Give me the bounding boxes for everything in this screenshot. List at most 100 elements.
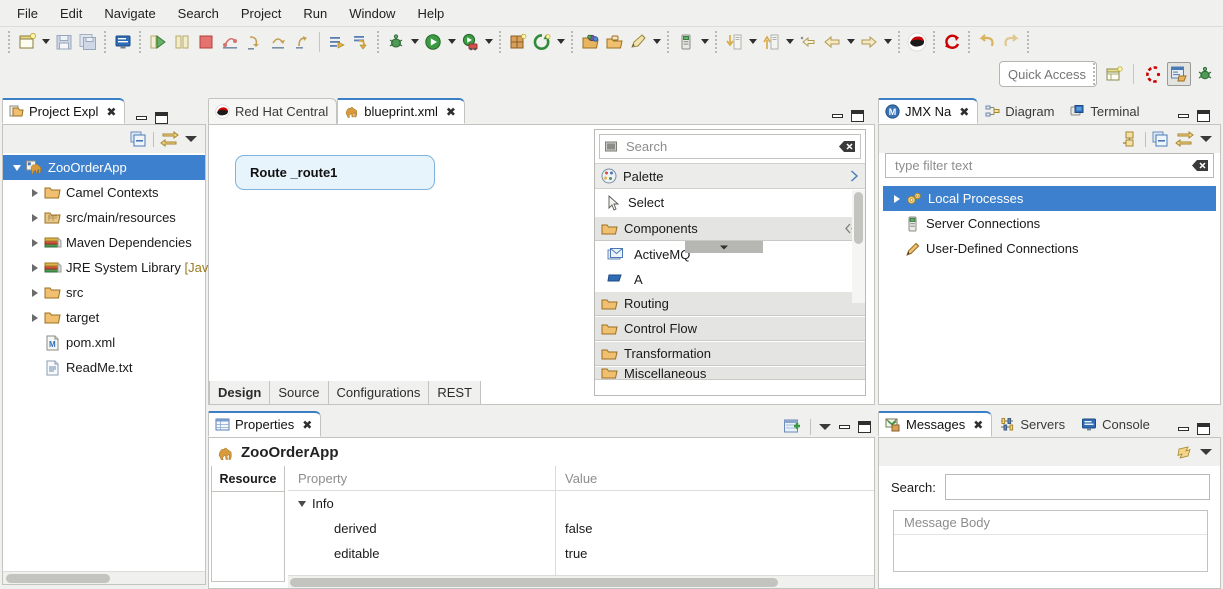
view-menu-icon[interactable] bbox=[1200, 136, 1212, 142]
expand-twisty[interactable] bbox=[27, 239, 43, 247]
route-design-canvas[interactable]: Route _route1 Search bbox=[209, 125, 874, 404]
minimize-icon[interactable] bbox=[839, 425, 850, 429]
save-icon[interactable] bbox=[52, 30, 76, 54]
refresh-red-icon[interactable] bbox=[940, 30, 964, 54]
step-over-icon[interactable] bbox=[218, 30, 242, 54]
link-with-editor-icon[interactable] bbox=[1175, 131, 1194, 148]
forward-icon[interactable] bbox=[857, 30, 881, 54]
skip-breakpoints-icon[interactable] bbox=[325, 30, 349, 54]
server-icon[interactable] bbox=[674, 30, 698, 54]
scrollbar-thumb[interactable] bbox=[854, 192, 863, 244]
scrollbar-thumb[interactable] bbox=[6, 574, 110, 583]
tab-blueprint-xml[interactable]: blueprint.xml ✖ bbox=[337, 98, 465, 124]
palette-search[interactable]: Search bbox=[599, 134, 861, 159]
run-icon[interactable] bbox=[421, 30, 445, 54]
tree-item-camel-contexts[interactable]: Camel Contexts bbox=[3, 180, 205, 205]
pencil-icon[interactable] bbox=[626, 30, 650, 54]
tab-jmx-navigator[interactable]: M JMX Na ✖ bbox=[878, 98, 978, 124]
tree-item-zooorderapp[interactable]: ZooOrderApp bbox=[3, 155, 205, 180]
menu-item-run[interactable]: Run bbox=[292, 2, 338, 25]
properties-hscrollbar[interactable] bbox=[288, 575, 874, 588]
tree-item-maven-dependencies[interactable]: Maven Dependencies bbox=[3, 230, 205, 255]
debug-dropdown[interactable] bbox=[408, 30, 421, 54]
menu-item-edit[interactable]: Edit bbox=[49, 2, 93, 25]
prev-dropdown[interactable] bbox=[783, 30, 796, 54]
message-body-column-header[interactable]: Message Body bbox=[894, 511, 1207, 535]
pin-arrow-icon[interactable] bbox=[849, 170, 859, 182]
menu-item-file[interactable]: File bbox=[6, 2, 49, 25]
tab-red-hat-central[interactable]: Red Hat Central bbox=[208, 98, 337, 124]
quick-access-input[interactable] bbox=[999, 61, 1097, 87]
column-header-property[interactable]: Property bbox=[288, 466, 555, 490]
expand-twisty[interactable] bbox=[27, 264, 43, 272]
menu-item-navigate[interactable]: Navigate bbox=[93, 2, 166, 25]
tree-item-src[interactable]: src bbox=[3, 280, 205, 305]
new-wizard-icon[interactable] bbox=[15, 30, 39, 54]
tree-item-readme-txt[interactable]: ReadMe.txt bbox=[3, 355, 205, 380]
expand-twisty[interactable] bbox=[889, 195, 905, 203]
run-server-dropdown[interactable] bbox=[482, 30, 495, 54]
message-body-table[interactable]: Message Body bbox=[893, 510, 1208, 572]
undo-arrow-icon[interactable] bbox=[975, 30, 999, 54]
new-connection-icon[interactable] bbox=[1122, 131, 1139, 148]
palette-category-transformation[interactable]: Transformation bbox=[595, 341, 865, 366]
prev-annotation-icon[interactable] bbox=[759, 30, 783, 54]
debug-icon[interactable] bbox=[384, 30, 408, 54]
collapse-all-icon[interactable] bbox=[1152, 131, 1169, 148]
pencil-dropdown[interactable] bbox=[650, 30, 663, 54]
view-menu-icon[interactable] bbox=[819, 424, 831, 430]
maximize-icon[interactable] bbox=[1197, 423, 1210, 435]
red-hat-central-icon[interactable] bbox=[905, 30, 929, 54]
back-dropdown[interactable] bbox=[844, 30, 857, 54]
menu-item-search[interactable]: Search bbox=[167, 2, 230, 25]
maximize-icon[interactable] bbox=[851, 110, 864, 122]
refresh-messages-icon[interactable] bbox=[1175, 444, 1194, 461]
group-expand-twisty[interactable] bbox=[298, 501, 306, 507]
tab-console[interactable]: Console bbox=[1074, 411, 1159, 437]
close-icon[interactable]: ✖ bbox=[973, 418, 983, 432]
tree-item-pom-xml[interactable]: M pom.xml bbox=[3, 330, 205, 355]
fuse-perspective-icon[interactable] bbox=[1141, 62, 1165, 86]
table-row[interactable]: Info bbox=[288, 491, 874, 516]
open-console-icon[interactable] bbox=[111, 30, 135, 54]
palette-item-select[interactable]: Select bbox=[595, 189, 865, 216]
close-icon[interactable]: ✖ bbox=[106, 105, 116, 119]
jmx-filter-field[interactable]: type filter text bbox=[885, 153, 1214, 178]
menu-item-help[interactable]: Help bbox=[406, 2, 455, 25]
toggle-dropdown[interactable] bbox=[554, 30, 567, 54]
run-to-line-icon[interactable] bbox=[349, 30, 373, 54]
side-tab-resource[interactable]: Resource bbox=[211, 466, 285, 492]
palette-item-partial[interactable]: A bbox=[595, 268, 865, 290]
terminate-icon[interactable] bbox=[194, 30, 218, 54]
tree-item-jre-system-library[interactable]: JRE System Library [Jav bbox=[3, 255, 205, 280]
maximize-icon[interactable] bbox=[858, 421, 871, 433]
view-menu-icon[interactable] bbox=[185, 136, 197, 142]
new-project-icon[interactable] bbox=[506, 30, 530, 54]
open-folder-icon[interactable] bbox=[602, 30, 626, 54]
tab-rest[interactable]: REST bbox=[429, 381, 481, 404]
run-dropdown[interactable] bbox=[445, 30, 458, 54]
open-type-icon[interactable] bbox=[578, 30, 602, 54]
collapse-all-icon[interactable] bbox=[130, 131, 147, 148]
route-node[interactable]: Route _route1 bbox=[235, 155, 435, 190]
table-row[interactable]: editable true bbox=[288, 541, 874, 566]
tab-project-explorer[interactable]: Project Expl ✖ bbox=[2, 98, 125, 124]
next-dropdown[interactable] bbox=[746, 30, 759, 54]
tab-terminal[interactable]: Terminal bbox=[1063, 98, 1148, 124]
run-local-camel-icon[interactable] bbox=[146, 30, 170, 54]
open-perspective-icon[interactable] bbox=[1102, 62, 1126, 86]
tab-configurations[interactable]: Configurations bbox=[329, 381, 430, 404]
maximize-icon[interactable] bbox=[1197, 110, 1210, 122]
palette-category-routing[interactable]: Routing bbox=[595, 291, 865, 316]
server-dropdown[interactable] bbox=[698, 30, 711, 54]
expand-twisty[interactable] bbox=[27, 214, 43, 222]
close-icon[interactable]: ✖ bbox=[302, 418, 312, 432]
maximize-icon[interactable] bbox=[155, 112, 168, 124]
palette-category-components[interactable]: Components bbox=[595, 216, 865, 241]
tab-diagram[interactable]: Diagram bbox=[978, 98, 1063, 124]
tab-properties[interactable]: Properties ✖ bbox=[208, 411, 321, 437]
menu-item-window[interactable]: Window bbox=[338, 2, 406, 25]
messages-search-input[interactable] bbox=[945, 474, 1210, 500]
forward-dropdown[interactable] bbox=[881, 30, 894, 54]
next-annotation-icon[interactable] bbox=[722, 30, 746, 54]
